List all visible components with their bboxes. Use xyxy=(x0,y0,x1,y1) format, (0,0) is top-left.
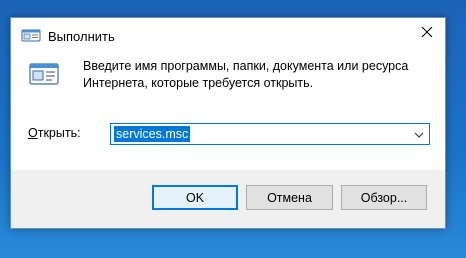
open-combobox[interactable]: services.msc xyxy=(110,123,430,145)
dialog-description: Введите имя программы, папки, документа … xyxy=(83,58,433,92)
run-icon xyxy=(21,29,41,42)
ok-button[interactable]: OK xyxy=(152,185,238,210)
cancel-button[interactable]: Отмена xyxy=(246,185,333,210)
title-bar: Выполнить xyxy=(11,18,445,50)
open-label-accelerator: О xyxy=(28,126,38,140)
browse-button[interactable]: Обзор... xyxy=(341,185,427,210)
run-dialog: Выполнить Введите имя программы, папки, … xyxy=(10,17,446,229)
close-icon xyxy=(421,25,433,43)
dropdown-button[interactable] xyxy=(411,125,427,143)
run-icon xyxy=(28,58,60,90)
close-button[interactable] xyxy=(409,18,445,50)
description-line-2: Интернета, которые требуется открыть. xyxy=(83,76,314,90)
open-input-value[interactable]: services.msc xyxy=(114,126,191,142)
open-label-text: ткрыть: xyxy=(37,126,81,140)
chevron-down-icon xyxy=(414,125,424,143)
description-line-1: Введите имя программы, папки, документа … xyxy=(83,59,409,73)
window-title: Выполнить xyxy=(48,29,115,44)
open-label: Открыть: xyxy=(28,126,81,140)
